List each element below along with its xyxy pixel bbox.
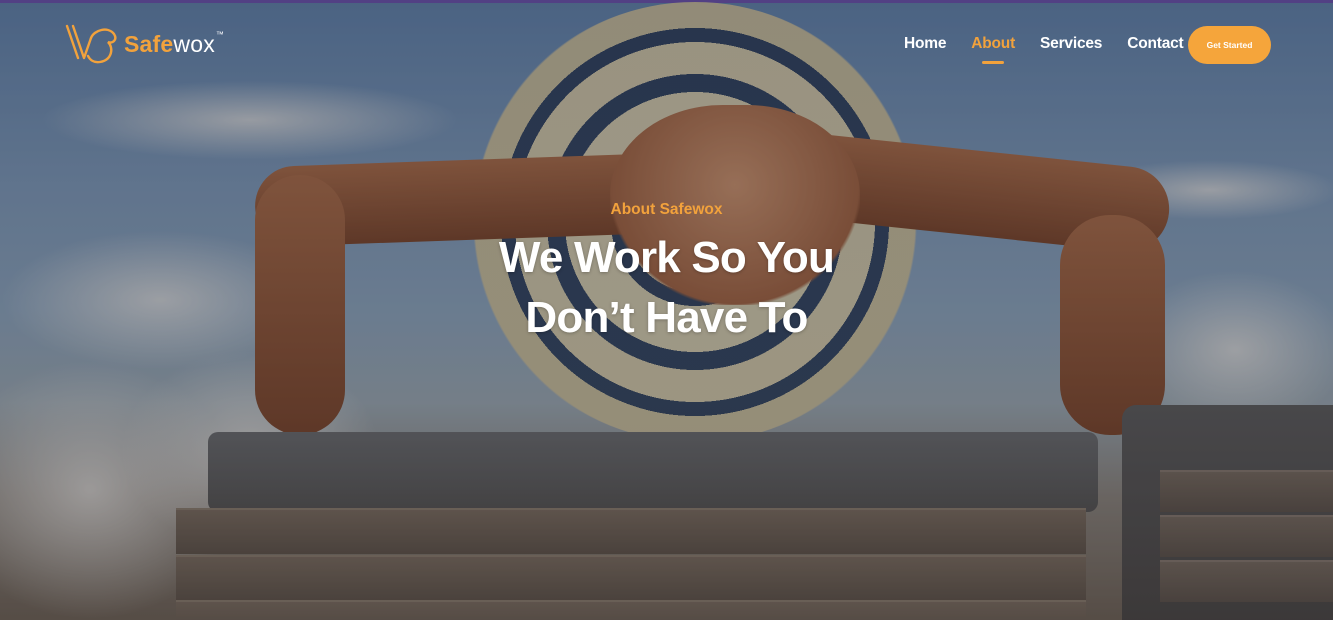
nav-link-home[interactable]: Home <box>904 35 946 53</box>
nav-link-contact[interactable]: Contact <box>1127 35 1183 53</box>
logo-mark-icon <box>65 24 117 64</box>
brand-name-highlight: Safe <box>124 30 174 57</box>
hero-headline: We Work So You Don’t Have To <box>0 228 1333 348</box>
brand-name-rest: wox <box>173 30 215 57</box>
hero-section: Safewox ™ Home About Services Contact Ge… <box>0 0 1333 620</box>
hero-headline-line-1: We Work So You <box>498 233 835 282</box>
hero-eyebrow: About Safewox <box>610 201 723 218</box>
hero-headline-line-2: Don’t Have To <box>525 293 808 342</box>
nav-link-about[interactable]: About <box>971 35 1015 53</box>
get-started-button[interactable]: Get Started <box>1188 26 1271 64</box>
main-navigation: Home About Services Contact <box>904 35 1209 53</box>
brand-name: Safewox <box>124 31 215 58</box>
nav-link-services[interactable]: Services <box>1040 35 1102 53</box>
brand-logo[interactable]: Safewox ™ <box>64 22 224 66</box>
trademark-symbol: ™ <box>215 29 224 39</box>
